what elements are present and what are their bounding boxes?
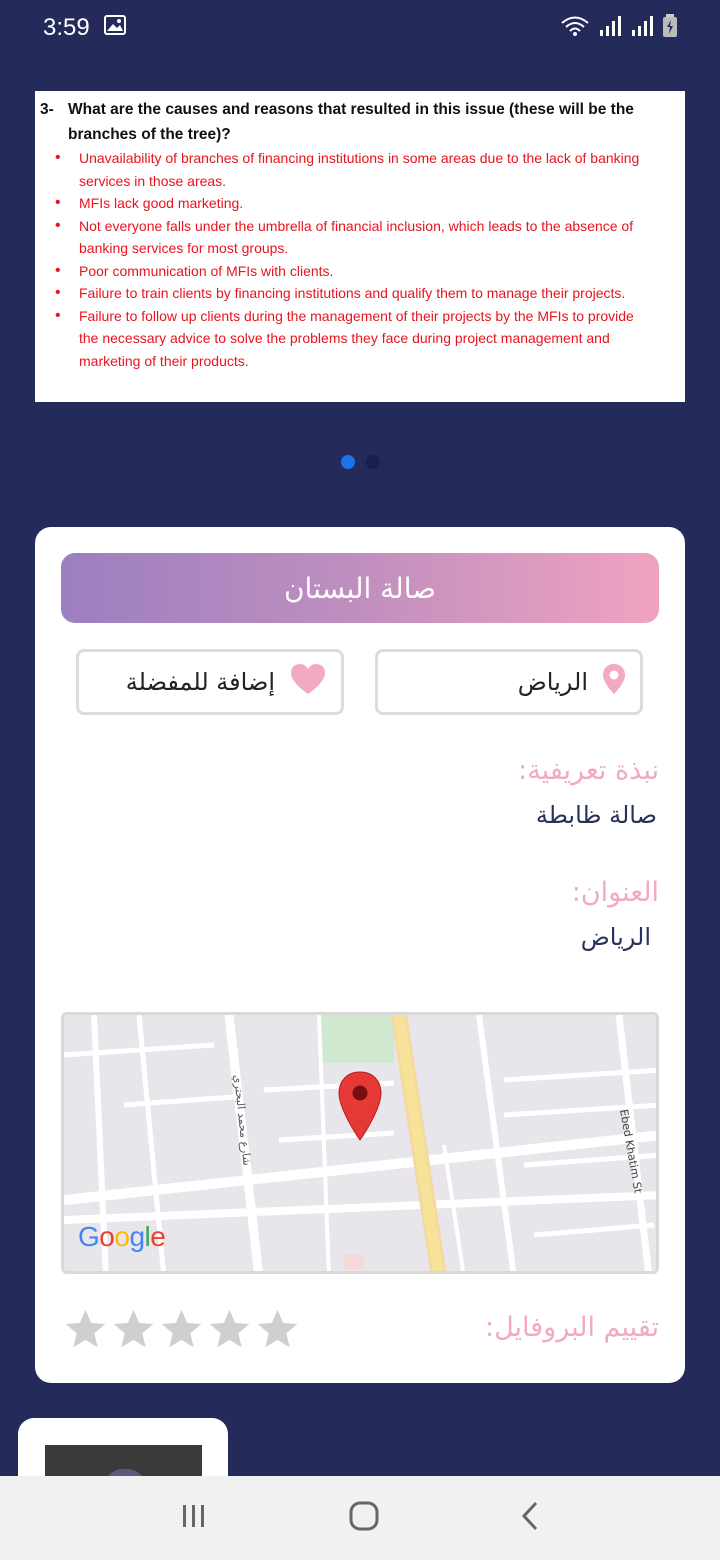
list-item: Unavailability of branches of financing …	[55, 147, 655, 192]
status-bar: 3:59	[0, 0, 720, 56]
address-value: الرياض	[580, 923, 651, 951]
gallery-icon	[103, 14, 126, 42]
list-item: Poor communication of MFIs with clients.	[55, 260, 655, 283]
home-icon[interactable]	[348, 1500, 380, 1536]
address-label: العنوان:	[571, 877, 659, 908]
star-icon[interactable]	[207, 1307, 252, 1355]
venue-title: صالة البستان	[61, 553, 659, 623]
slide-question: 3- What are the causes and reasons that …	[40, 97, 655, 147]
star-icon[interactable]	[63, 1307, 108, 1355]
bio-value: صالة ظابطة	[535, 801, 657, 829]
star-icon[interactable]	[111, 1307, 156, 1355]
google-logo: Google	[78, 1221, 166, 1252]
location-label: الرياض	[517, 668, 588, 696]
status-time: 3:59	[43, 14, 90, 41]
battery-icon	[662, 14, 678, 42]
list-item: Failure to follow up clients during the …	[55, 305, 655, 373]
star-icon[interactable]	[159, 1307, 204, 1355]
favorite-label: إضافة للمفضلة	[125, 668, 275, 696]
rating-stars[interactable]	[63, 1307, 300, 1355]
slider-pagination	[0, 455, 720, 469]
rating-label: تقييم البروفايل:	[484, 1312, 659, 1343]
system-nav-bar	[0, 1476, 720, 1560]
location-map[interactable]: شارع محمد البحتري Ebed Khatim St Google	[61, 1012, 659, 1274]
signal-icon-2	[630, 15, 654, 41]
location-chip[interactable]: الرياض	[375, 649, 643, 715]
pagination-dot[interactable]	[365, 455, 380, 469]
list-item: Not everyone falls under the umbrella of…	[55, 215, 655, 260]
list-item: Failure to train clients by financing in…	[55, 282, 655, 305]
cause-list: Unavailability of branches of financing …	[40, 147, 655, 372]
question-number: 3-	[40, 101, 54, 118]
venue-card: صالة البستان الرياض إضافة للمفضلة نبذة ت…	[35, 527, 685, 1383]
signal-icon	[598, 15, 622, 41]
map-pin-icon	[602, 663, 626, 701]
question-text: What are the causes and reasons that res…	[68, 101, 634, 143]
list-item: MFIs lack good marketing.	[55, 192, 655, 215]
map-marker-icon[interactable]	[337, 1070, 383, 1146]
back-icon[interactable]	[520, 1500, 540, 1536]
recent-apps-icon[interactable]	[180, 1503, 208, 1533]
heart-icon	[289, 663, 327, 701]
bio-label: نبذة تعريفية:	[518, 755, 659, 786]
pagination-dot-active[interactable]	[340, 455, 355, 469]
add-favorite-button[interactable]: إضافة للمفضلة	[76, 649, 344, 715]
star-icon[interactable]	[255, 1307, 300, 1355]
image-slide[interactable]: 3- What are the causes and reasons that …	[35, 91, 685, 402]
wifi-icon	[560, 15, 590, 41]
